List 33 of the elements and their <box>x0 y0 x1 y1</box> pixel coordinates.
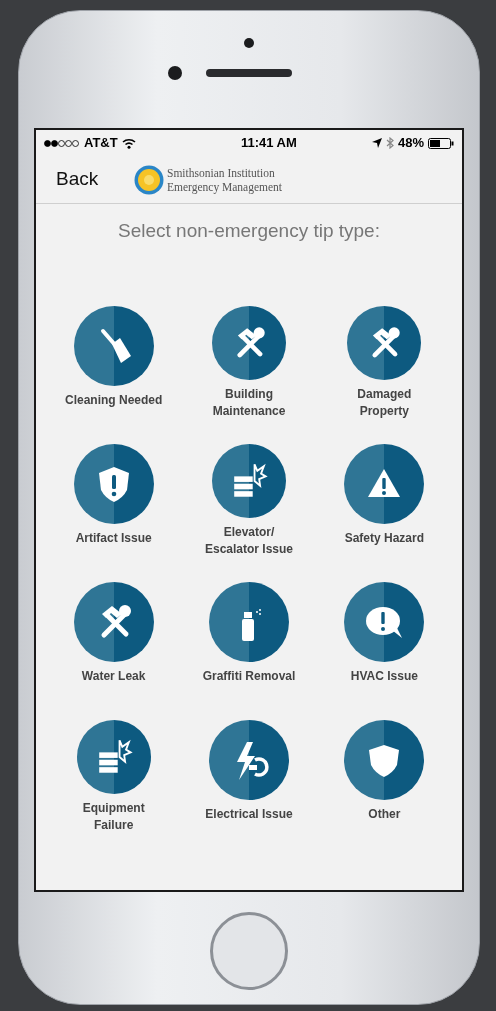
tip-type-button[interactable]: Equipment Failure <box>46 719 182 834</box>
signal-dots-icon <box>44 139 80 147</box>
tip-type-button[interactable]: Other <box>316 719 452 834</box>
bolt-plug-icon <box>209 719 289 800</box>
clock-time: 11:41 AM <box>240 134 297 153</box>
warning-icon <box>344 443 425 524</box>
shield-icon <box>344 719 425 800</box>
tip-type-button[interactable]: Safety Hazard <box>316 443 452 558</box>
tip-type-button[interactable]: Building Maintenance <box>181 305 317 420</box>
tip-type-button[interactable]: Damaged Property <box>316 305 452 420</box>
battery-percent: 48% <box>397 134 424 153</box>
shield-alert-icon <box>73 443 154 524</box>
tip-type-button[interactable]: Elevator/ Escalator Issue <box>181 443 317 558</box>
bluetooth-icon <box>385 137 394 149</box>
page-heading: Select non-emergency tip type: <box>117 219 381 243</box>
broom-icon <box>73 305 154 386</box>
location-arrow-icon <box>371 138 382 148</box>
tip-type-button[interactable]: HVAC Issue <box>316 581 452 696</box>
sun-logo-icon <box>134 164 164 195</box>
collision-icon <box>209 443 289 518</box>
spray-can-icon <box>209 581 289 662</box>
wifi-icon <box>121 137 136 149</box>
battery-icon <box>428 137 454 149</box>
tip-type-button[interactable]: Artifact Issue <box>46 443 182 558</box>
speech-alert-icon <box>344 581 425 662</box>
tip-type-button[interactable]: Water Leak <box>46 581 182 696</box>
back-button[interactable]: Back <box>56 165 134 194</box>
tip-type-button[interactable]: Electrical Issue <box>181 719 317 834</box>
logo-subtitle: Emergency Management <box>167 179 283 194</box>
logo-title: Smithsonian Institution <box>167 165 276 180</box>
tip-type-button[interactable]: Graffiti Removal <box>181 581 317 696</box>
carrier-label: AT&T <box>84 134 118 153</box>
tip-type-button[interactable]: Cleaning Needed <box>46 305 182 420</box>
